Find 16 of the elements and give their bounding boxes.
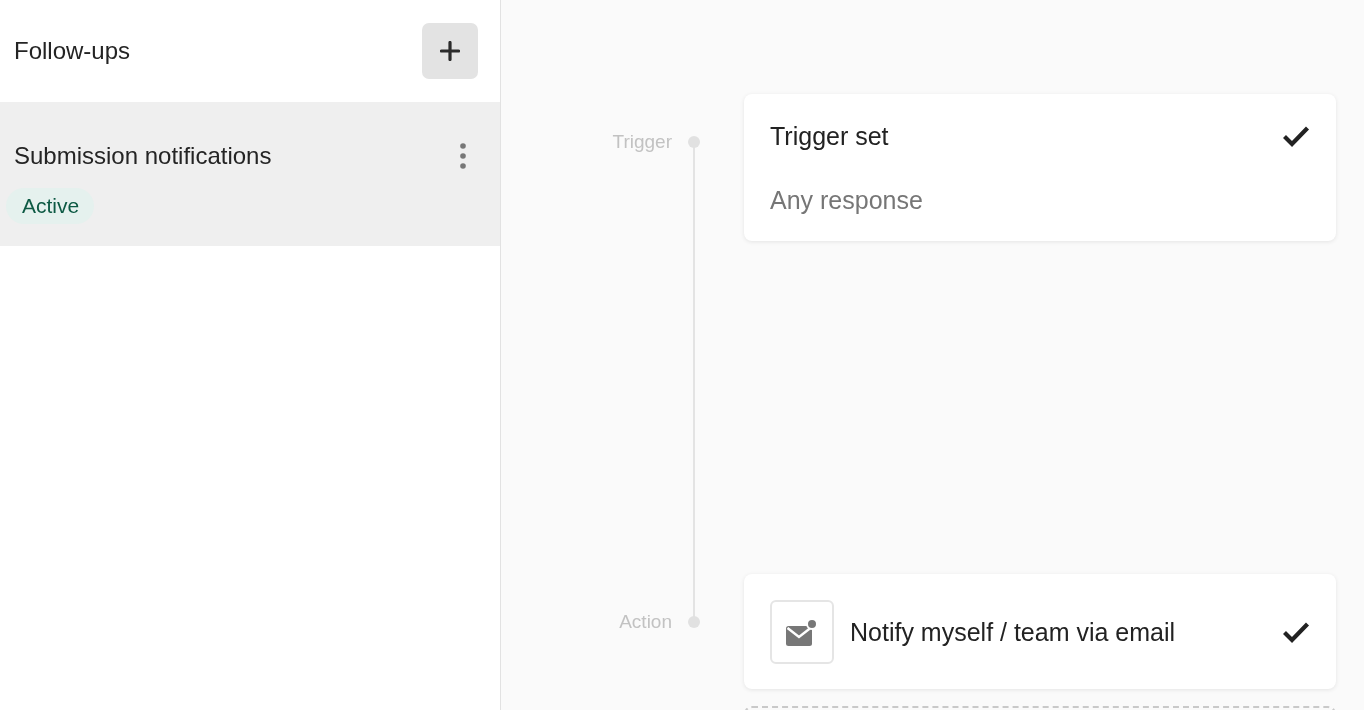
step-label: Trigger xyxy=(612,130,672,154)
card-title: Trigger set xyxy=(770,121,889,152)
item-title: Submission notifications xyxy=(14,141,272,171)
add-button[interactable] xyxy=(422,23,478,79)
sidebar-title: Follow-ups xyxy=(14,36,131,66)
step-label: Action xyxy=(619,610,672,634)
vertical-dots-icon xyxy=(460,143,466,169)
card-title: Notify myself / team via email xyxy=(850,617,1177,648)
sidebar-item[interactable]: Submission notifications Active xyxy=(0,102,500,246)
trigger-card[interactable]: Trigger set Any response xyxy=(744,94,1336,241)
more-options-button[interactable] xyxy=(460,143,466,169)
card-detail: Any response xyxy=(770,185,924,216)
envelope-icon xyxy=(770,600,834,664)
action-card[interactable]: Notify myself / team via email xyxy=(744,574,1336,689)
status-badge: Active xyxy=(6,188,95,224)
plus-icon xyxy=(440,41,460,61)
